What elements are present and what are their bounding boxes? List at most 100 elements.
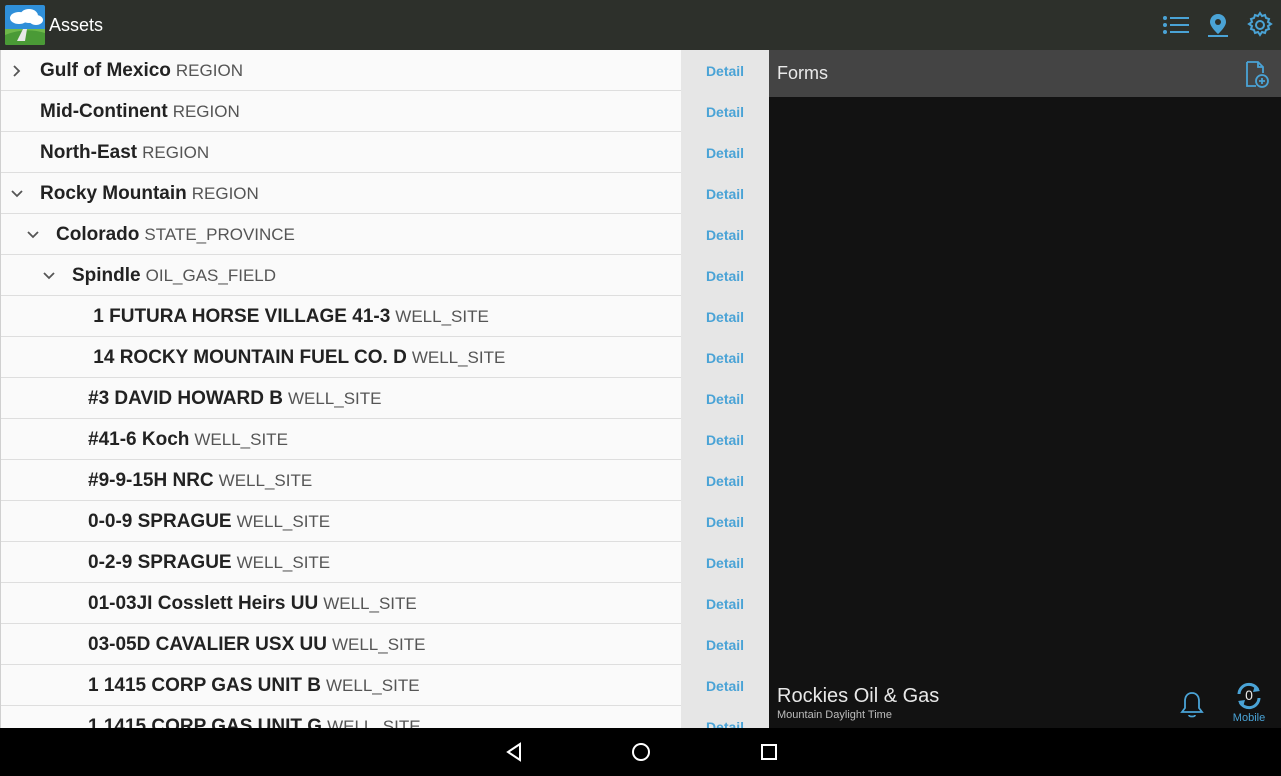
asset-row[interactable]: #3 DAVID HOWARD B WELL_SITE Detail — [1, 378, 769, 419]
asset-row[interactable]: 1 FUTURA HORSE VILLAGE 41-3 WELL_SITE Deta… — [1, 296, 769, 337]
asset-row[interactable]: 0-2-9 SPRAGUE WELL_SITE Detail — [1, 542, 769, 583]
detail-button[interactable]: Detail — [681, 378, 769, 419]
detail-button[interactable]: Detail — [681, 624, 769, 665]
asset-name: 1 FUTURA HORSE VILLAGE 41-3 — [88, 305, 391, 327]
detail-button[interactable]: Detail — [681, 583, 769, 624]
asset-type: WELL_SITE — [236, 511, 331, 531]
back-icon[interactable] — [494, 736, 534, 768]
gear-icon[interactable] — [1239, 0, 1281, 50]
asset-label[interactable]: Colorado STATE_PROVINCE — [56, 214, 295, 255]
sync-count: 0 — [1245, 687, 1253, 703]
recents-icon[interactable] — [749, 736, 789, 768]
chevron-down-icon[interactable] — [23, 214, 43, 255]
asset-row[interactable]: 01-03JI Cosslett Heirs UU WELL_SITE Detail — [1, 583, 769, 624]
bell-icon[interactable] — [1177, 688, 1207, 722]
asset-row[interactable]: #41-6 Koch WELL_SITE Detail — [1, 419, 769, 460]
detail-button[interactable]: Detail — [681, 214, 769, 255]
asset-row[interactable]: North-East REGION Detail — [1, 132, 769, 173]
asset-label[interactable]: 1 FUTURA HORSE VILLAGE 41-3 WELL_SITE — [88, 296, 489, 337]
asset-row[interactable]: 0-0-9 SPRAGUE WELL_SITE Detail — [1, 501, 769, 542]
asset-label[interactable]: Mid-Continent REGION — [40, 91, 240, 132]
company-info: Rockies Oil & Gas Mountain Daylight Time — [777, 685, 939, 721]
asset-name: 1 1415 CORP GAS UNIT B — [88, 674, 322, 696]
asset-type: REGION — [175, 60, 243, 80]
detail-button[interactable]: Detail — [681, 665, 769, 706]
detail-button[interactable]: Detail — [681, 173, 769, 214]
asset-type: WELL_SITE — [194, 429, 288, 449]
chevron-down-icon[interactable] — [7, 173, 27, 214]
asset-name: #41-6 Koch — [88, 428, 190, 450]
asset-type: STATE_PROVINCE — [144, 224, 295, 244]
asset-row[interactable]: Colorado STATE_PROVINCE Detail — [1, 214, 769, 255]
asset-type: WELL_SITE — [287, 388, 382, 408]
asset-label[interactable]: #3 DAVID HOWARD B WELL_SITE — [88, 378, 382, 419]
asset-name: 03-05D CAVALIER USX UU — [88, 633, 327, 655]
chevron-down-icon[interactable] — [39, 255, 59, 296]
detail-button[interactable]: Detail — [681, 542, 769, 583]
asset-label[interactable]: 1 1415 CORP GAS UNIT B WELL_SITE — [88, 665, 420, 706]
sync-label: Mobile — [1232, 712, 1266, 724]
asset-name: Rocky Mountain — [40, 182, 187, 204]
detail-button[interactable]: Detail — [681, 501, 769, 542]
asset-row[interactable]: Gulf of Mexico REGION Detail — [1, 50, 769, 91]
asset-type: WELL_SITE — [411, 347, 506, 367]
asset-row[interactable]: 14 ROCKY MOUNTAIN FUEL CO. D WELL_SITE Det… — [1, 337, 769, 378]
app-root: Assets Gulf of Mexico REGION Detail Mid-… — [0, 0, 1281, 776]
asset-tree-list[interactable]: Gulf of Mexico REGION Detail Mid-Continent R… — [0, 50, 769, 728]
detail-button[interactable]: Detail — [681, 132, 769, 173]
list-icon[interactable] — [1155, 0, 1197, 50]
asset-label[interactable]: 14 ROCKY MOUNTAIN FUEL CO. D WELL_SITE — [88, 337, 505, 378]
map-pin-icon[interactable] — [1197, 0, 1239, 50]
detail-button[interactable]: Detail — [681, 460, 769, 501]
page-title: Assets — [49, 14, 104, 35]
home-icon[interactable] — [621, 736, 661, 768]
asset-label[interactable]: Rocky Mountain REGION — [40, 173, 259, 214]
chevron-right-icon[interactable] — [7, 50, 27, 91]
app-bar: Assets — [0, 0, 1281, 50]
app-logo[interactable] — [5, 5, 45, 45]
asset-name: Gulf of Mexico — [40, 59, 171, 81]
company-name: Rockies Oil & Gas — [777, 685, 940, 707]
company-timezone: Mountain Daylight Time — [777, 709, 892, 721]
asset-name: 0-2-9 SPRAGUE — [88, 551, 232, 573]
asset-row[interactable]: Rocky Mountain REGION Detail — [1, 173, 769, 214]
asset-name: 1 1415 CORP GAS UNIT G — [88, 715, 323, 729]
forms-panel: Forms Rockies Oil & Gas Mountain Dayligh… — [769, 50, 1281, 728]
detail-button[interactable]: Detail — [681, 296, 769, 337]
asset-label[interactable]: Spindle OIL_GAS_FIELD — [72, 255, 276, 296]
detail-button[interactable]: Detail — [681, 337, 769, 378]
asset-row[interactable]: Spindle OIL_GAS_FIELD Detail — [1, 255, 769, 296]
sync-button[interactable]: 0 Mobile — [1225, 680, 1273, 728]
asset-type: WELL_SITE — [327, 716, 421, 729]
asset-label[interactable]: 1 1415 CORP GAS UNIT G WELL_SITE — [88, 706, 421, 729]
detail-button[interactable]: Detail — [681, 419, 769, 460]
asset-row[interactable]: #9-9-15H NRC WELL_SITE Detail — [1, 460, 769, 501]
sync-icon: 0 — [1233, 680, 1265, 712]
asset-row[interactable]: 03-05D CAVALIER USX UU WELL_SITE Detail — [1, 624, 769, 665]
asset-label[interactable]: 0-0-9 SPRAGUE WELL_SITE — [88, 501, 330, 542]
asset-row[interactable]: Mid-Continent REGION Detail — [1, 91, 769, 132]
detail-button[interactable]: Detail — [681, 50, 769, 91]
asset-name: Mid-Continent — [40, 100, 168, 122]
detail-button[interactable]: Detail — [681, 91, 769, 132]
asset-name: 01-03JI Cosslett Heirs UU — [88, 592, 319, 614]
asset-name: #9-9-15H NRC — [88, 469, 214, 491]
asset-name: Colorado — [56, 223, 140, 245]
asset-name: 14 ROCKY MOUNTAIN FUEL CO. D — [88, 346, 407, 368]
asset-type: REGION — [142, 142, 210, 162]
asset-row[interactable]: 1 1415 CORP GAS UNIT B WELL_SITE Detail — [1, 665, 769, 706]
asset-type: OIL_GAS_FIELD — [145, 265, 277, 285]
add-form-icon[interactable] — [1239, 57, 1273, 91]
detail-button[interactable]: Detail — [681, 255, 769, 296]
asset-type: WELL_SITE — [218, 470, 313, 490]
asset-label[interactable]: 01-03JI Cosslett Heirs UU WELL_SITE — [88, 583, 417, 624]
asset-label[interactable]: Gulf of Mexico REGION — [40, 50, 243, 91]
app-bar-actions — [1155, 0, 1281, 50]
asset-label[interactable]: #9-9-15H NRC WELL_SITE — [88, 460, 312, 501]
detail-button[interactable]: Detail — [681, 706, 769, 728]
asset-label[interactable]: #41-6 Koch WELL_SITE — [88, 419, 288, 460]
asset-label[interactable]: 0-2-9 SPRAGUE WELL_SITE — [88, 542, 330, 583]
asset-label[interactable]: North-East REGION — [40, 132, 209, 173]
asset-label[interactable]: 03-05D CAVALIER USX UU WELL_SITE — [88, 624, 426, 665]
asset-row[interactable]: 1 1415 CORP GAS UNIT G WELL_SITE Detail — [1, 706, 769, 728]
